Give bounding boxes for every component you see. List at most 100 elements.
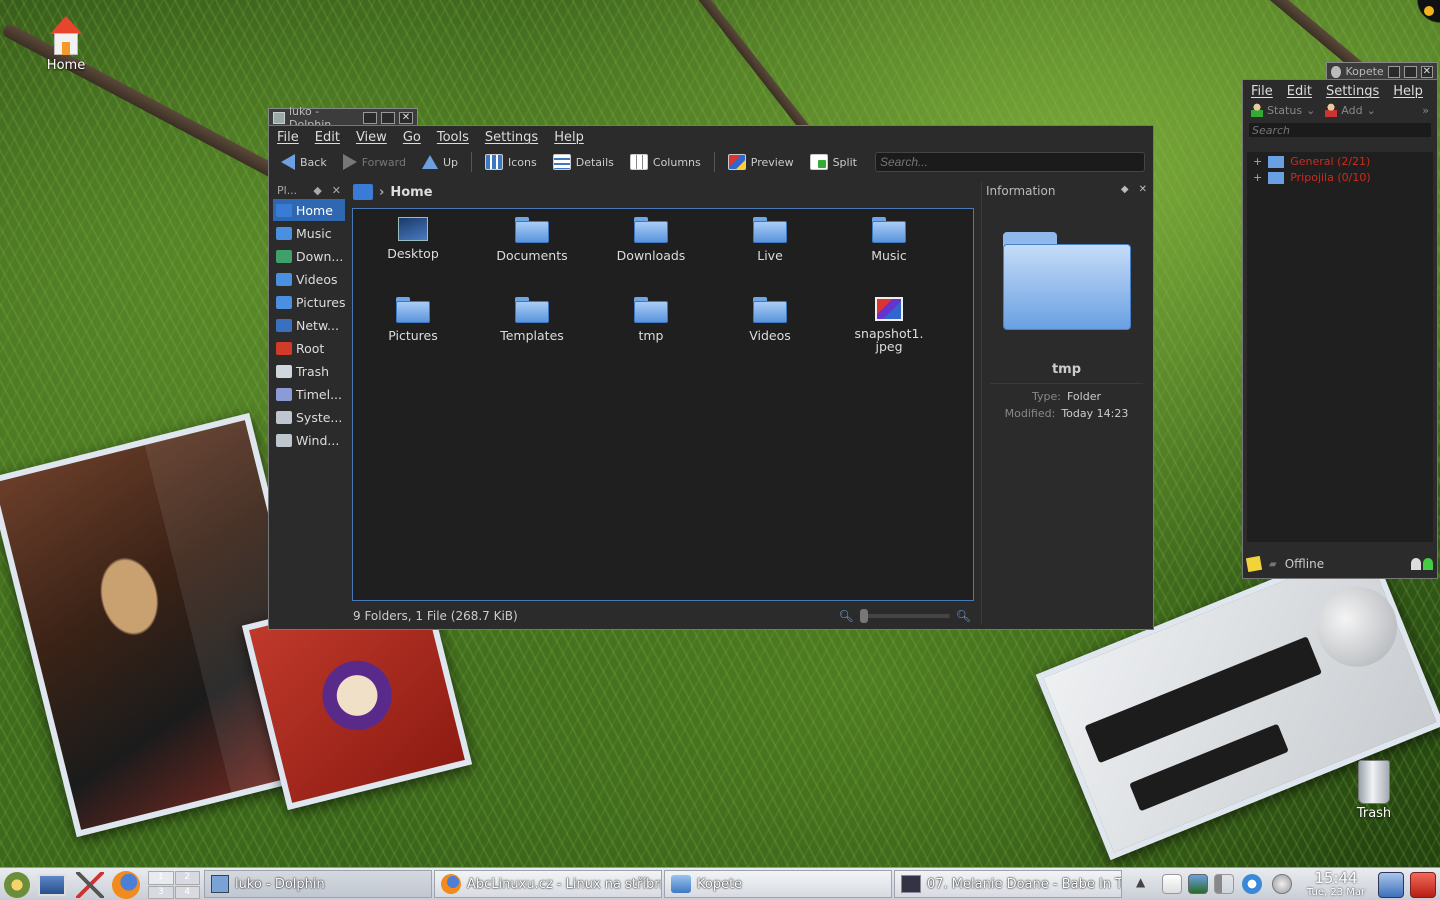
menu-go[interactable]: Go xyxy=(403,130,421,145)
kde-menu-icon[interactable] xyxy=(4,872,30,898)
places-item[interactable]: Trash xyxy=(273,360,345,382)
task-firefox[interactable]: AbcLinuxu.cz - Linux na stříbrném xyxy=(434,870,662,898)
float-icon[interactable]: ◆ xyxy=(313,184,321,197)
float-icon[interactable]: ◆ xyxy=(1121,184,1129,198)
menu-edit[interactable]: Edit xyxy=(1287,84,1312,99)
contact-group[interactable]: + Pripojila (0/10) xyxy=(1247,171,1433,184)
zoom-in-icon[interactable]: 🔍︎ xyxy=(956,609,971,623)
network-icon[interactable] xyxy=(1188,874,1208,894)
menu-view[interactable]: View xyxy=(356,130,387,145)
search-input[interactable] xyxy=(874,152,1145,172)
zoom-out-icon[interactable]: 🔍︎ xyxy=(839,609,854,623)
details-view-button[interactable]: Details xyxy=(547,151,620,173)
file-item[interactable]: tmp xyxy=(596,297,706,342)
place-icon xyxy=(276,272,292,286)
close-panel-icon[interactable]: ✕ xyxy=(332,184,341,197)
menu-help[interactable]: Help xyxy=(554,130,584,145)
contact-group[interactable]: + General (2/21) xyxy=(1247,152,1433,171)
toolbar-overflow-icon[interactable]: » xyxy=(1422,104,1429,117)
places-item[interactable]: Syste... xyxy=(273,406,345,428)
maximize-button[interactable] xyxy=(1404,65,1417,78)
info-icon[interactable] xyxy=(1272,874,1292,894)
pager-desktop-3[interactable]: 3 xyxy=(148,885,174,899)
places-item[interactable]: Wind... xyxy=(273,429,345,451)
places-item[interactable]: Down... xyxy=(273,245,345,267)
file-item[interactable]: Videos xyxy=(715,297,825,342)
zoom-slider[interactable] xyxy=(859,609,950,623)
tray-expand-icon[interactable]: ▲ xyxy=(1136,875,1145,889)
kopete-titlebar[interactable]: Kopete ✕ xyxy=(1326,62,1438,80)
task-kopete[interactable]: Kopete xyxy=(664,870,892,898)
task-label: Kopete xyxy=(697,876,743,892)
pager-desktop-4[interactable]: 4 xyxy=(174,885,200,899)
menu-settings[interactable]: Settings xyxy=(485,130,538,145)
volume-icon[interactable] xyxy=(1214,874,1234,894)
file-item[interactable]: Downloads xyxy=(596,217,706,262)
forward-button[interactable]: Forward xyxy=(337,151,412,173)
task-amarok[interactable]: 07. Melanie Doane - Babe In The xyxy=(894,870,1122,898)
places-item[interactable]: Music xyxy=(273,222,345,244)
pager-desktop-1[interactable]: 1 xyxy=(148,871,174,885)
zoom-slider-handle[interactable] xyxy=(859,609,868,623)
file-name: Desktop xyxy=(387,246,439,261)
maximize-button[interactable] xyxy=(381,111,395,124)
close-button[interactable]: ✕ xyxy=(399,111,413,124)
file-item[interactable]: Desktop xyxy=(358,217,468,260)
shutdown-icon[interactable] xyxy=(1410,872,1436,898)
desktop-trash-icon[interactable]: Trash xyxy=(1346,760,1402,821)
places-item[interactable]: Timel... xyxy=(273,383,345,405)
clipboard-icon[interactable] xyxy=(1162,874,1182,894)
places-item[interactable]: Home xyxy=(273,199,345,221)
desktop-home-icon[interactable]: Home xyxy=(40,16,92,73)
back-button[interactable]: Back xyxy=(275,151,333,173)
firefox-launcher-icon[interactable] xyxy=(112,871,140,899)
file-item[interactable]: snapshot1. jpeg xyxy=(834,297,944,353)
up-button[interactable]: Up xyxy=(416,152,464,172)
show-desktop-icon[interactable] xyxy=(38,874,66,896)
file-view[interactable]: Desktop Documents Downloads Live Music Pictur… xyxy=(352,208,974,601)
pager-desktop-2[interactable]: 2 xyxy=(174,871,200,885)
file-item[interactable]: Documents xyxy=(477,217,587,262)
note-icon[interactable] xyxy=(1245,555,1263,573)
minimize-button[interactable] xyxy=(363,111,377,124)
account-icons[interactable] xyxy=(1411,558,1433,570)
menu-tools[interactable]: Tools xyxy=(437,130,469,145)
places-item[interactable]: Root xyxy=(273,337,345,359)
crumb-home[interactable]: Home xyxy=(390,185,432,200)
expand-icon[interactable]: + xyxy=(1253,171,1262,184)
expand-icon[interactable]: + xyxy=(1253,155,1262,168)
file-item[interactable]: Live xyxy=(715,217,825,262)
menu-file[interactable]: File xyxy=(1251,84,1273,99)
status-button[interactable]: Status ⌄ xyxy=(1251,103,1315,117)
minimize-button[interactable] xyxy=(1387,65,1401,78)
task-dolphin[interactable]: luko - Dolphin xyxy=(204,870,432,898)
places-item[interactable]: Pictures xyxy=(273,291,345,313)
icons-view-button[interactable]: Icons xyxy=(479,151,543,173)
places-item[interactable]: Netw... xyxy=(273,314,345,336)
update-notifier-icon[interactable] xyxy=(1242,874,1262,894)
dolphin-titlebar[interactable]: luko - Dolphin ✕ xyxy=(268,105,418,131)
kopete-search-input[interactable] xyxy=(1249,123,1431,137)
columns-view-button[interactable]: Columns xyxy=(624,151,707,173)
place-label: Wind... xyxy=(296,432,340,448)
places-item[interactable]: Videos xyxy=(273,268,345,290)
close-button[interactable]: ✕ xyxy=(1420,65,1433,78)
preview-button[interactable]: Preview xyxy=(722,151,800,173)
task-label: 07. Melanie Doane - Babe In The xyxy=(927,876,1122,892)
file-item[interactable]: Templates xyxy=(477,297,587,342)
menu-settings[interactable]: Settings xyxy=(1326,84,1379,99)
add-contact-button[interactable]: Add ⌄ xyxy=(1325,103,1376,117)
close-panel-icon[interactable]: ✕ xyxy=(1139,184,1147,198)
file-item[interactable]: Music xyxy=(834,217,944,262)
system-settings-icon[interactable] xyxy=(76,872,104,898)
menu-edit[interactable]: Edit xyxy=(315,130,340,145)
plasma-toolbox-icon[interactable] xyxy=(1408,0,1440,28)
clock[interactable]: 15:44 Tue, 23 Mar xyxy=(1300,869,1372,898)
file-item[interactable]: Pictures xyxy=(358,297,468,342)
home-crumb-icon[interactable] xyxy=(353,184,373,200)
dolphin-task-icon xyxy=(211,875,229,893)
lock-screen-icon[interactable] xyxy=(1378,872,1404,898)
menu-help[interactable]: Help xyxy=(1393,84,1423,99)
menu-file[interactable]: File xyxy=(277,130,299,145)
split-button[interactable]: Split xyxy=(804,151,863,173)
